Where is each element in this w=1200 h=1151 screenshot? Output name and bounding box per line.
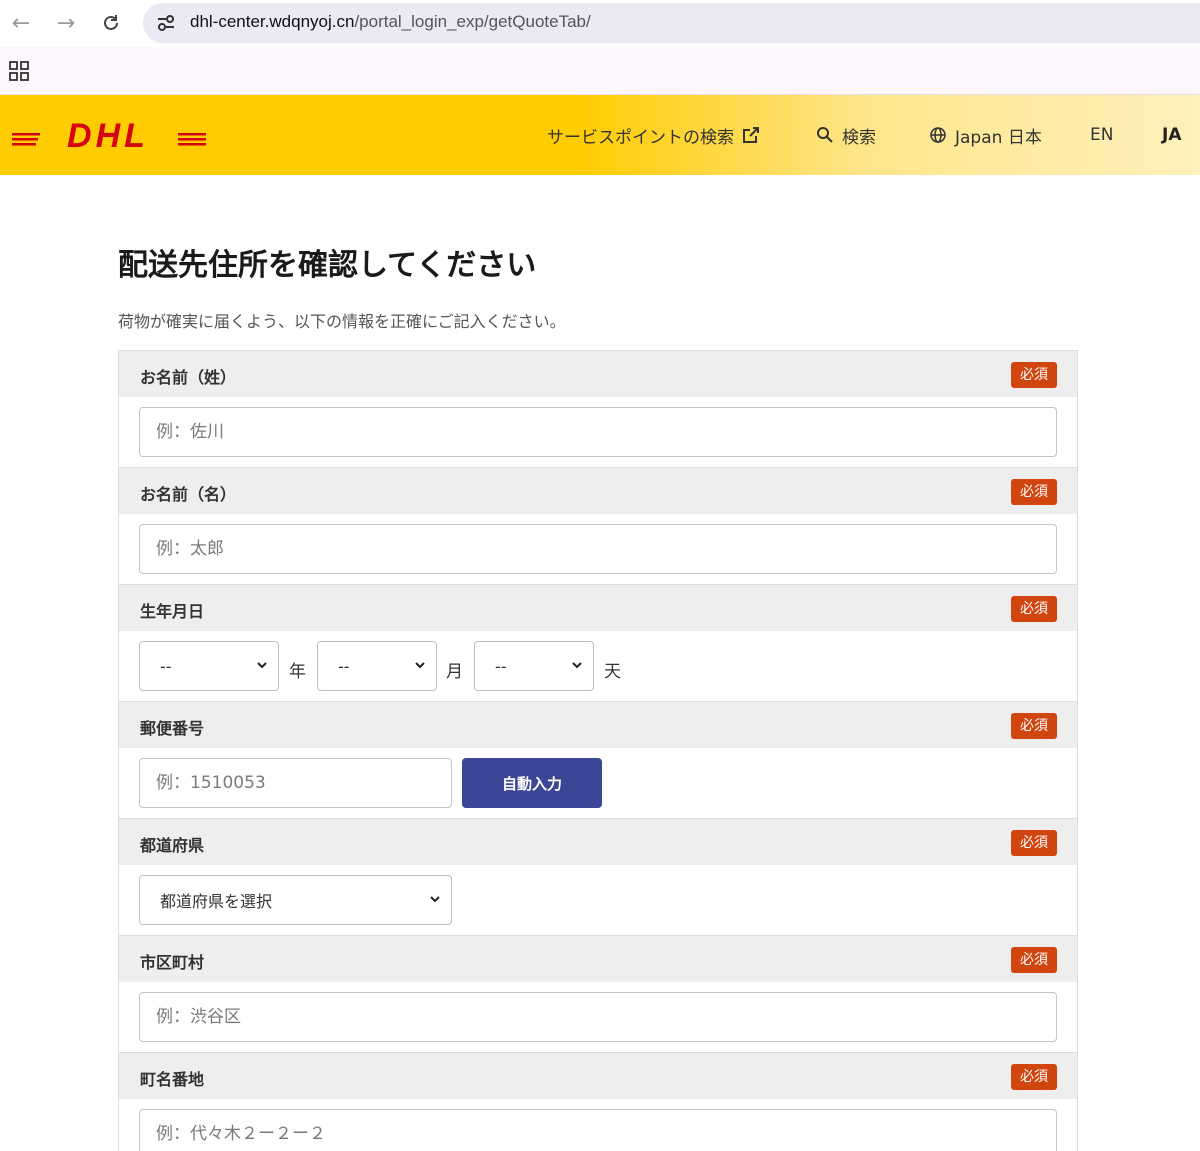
first-name-label: お名前（名） [140,485,237,504]
lang-ja-link[interactable]: JA [1162,95,1181,175]
service-point-label: サービスポイントの検索 [547,127,734,148]
chevron-down-icon [415,662,425,669]
autofill-button[interactable]: 自動入力 [462,758,602,808]
last-name-section: お名前（姓） 必須 [119,351,1077,468]
forward-arrow-icon[interactable]: → [51,8,81,38]
dhl-logo-text: DHL [67,118,149,154]
back-arrow-icon[interactable]: ← [6,8,36,38]
required-badge: 必須 [1011,713,1057,739]
day-unit: 天 [604,662,621,682]
prefecture-value: 都道府県を選択 [160,892,273,911]
first-name-section: お名前（名） 必須 [119,468,1077,585]
required-badge: 必須 [1011,362,1057,388]
reload-icon[interactable] [96,8,126,38]
required-badge: 必須 [1011,947,1057,973]
postal-code-input[interactable] [139,758,452,808]
postal-section: 郵便番号 必須 自動入力 [119,702,1077,819]
url-text: dhl-center.wdqnyoj.cn/portal_login_exp/g… [190,12,591,32]
search-label: 検索 [842,127,876,148]
section-header: 町名番地 必須 [119,1053,1077,1099]
first-name-input[interactable] [139,524,1057,574]
section-header: 市区町村 必須 [119,936,1077,982]
birth-year-value: -- [160,656,172,676]
prefecture-label: 都道府県 [140,836,205,855]
service-point-link[interactable]: サービスポイントの検索 [547,95,768,175]
site-info-icon[interactable] [155,12,177,34]
birth-month-select[interactable]: -- [317,641,437,691]
chevron-down-icon [572,662,582,669]
search-icon [817,127,833,143]
browser-toolbar: ← → dhl-center.wdqnyoj.cn/portal_login_e… [0,0,1200,47]
city-input[interactable] [139,992,1057,1042]
page-title: 配送先住所を確認してください [118,248,537,283]
external-link-icon [743,127,759,143]
lang-en-link[interactable]: EN [1090,95,1113,175]
required-badge: 必須 [1011,830,1057,856]
section-header: 生年月日 必須 [119,585,1077,631]
prefecture-section: 都道府県 必須 都道府県を選択 [119,819,1077,936]
url-host: dhl-center.wdqnyoj.cn [190,12,355,31]
required-badge: 必須 [1011,596,1057,622]
street-input[interactable] [139,1109,1057,1151]
year-unit: 年 [289,662,306,682]
section-header: お名前（名） 必須 [119,468,1077,514]
page-subtitle: 荷物が確実に届くよう、以下の情報を正確にご記入ください。 [118,312,566,331]
birthday-label: 生年月日 [140,602,205,621]
region-selector[interactable]: Japan 日本 [929,95,1042,175]
birth-year-select[interactable]: -- [139,641,279,691]
street-section: 町名番地 必須 [119,1053,1077,1151]
bookmarks-bar [0,47,1200,95]
section-header: 郵便番号 必須 [119,702,1077,748]
city-section: 市区町村 必須 [119,936,1077,1053]
section-header: 都道府県 必須 [119,819,1077,865]
dhl-logo[interactable]: DHL [12,117,208,155]
birth-month-value: -- [338,656,350,676]
month-unit: 月 [446,662,463,682]
birthday-section: 生年月日 必須 -- 年 -- 月 -- 天 [119,585,1077,702]
lang-en-label: EN [1090,125,1114,145]
site-header: DHL サービスポイントの検索 検索 Japan 日本 EN JA [0,95,1200,175]
last-name-label: お名前（姓） [140,368,237,387]
last-name-input[interactable] [139,407,1057,457]
globe-icon [930,127,946,143]
section-header: お名前（姓） 必須 [119,351,1077,397]
city-label: 市区町村 [140,953,205,972]
chevron-down-icon [257,662,267,669]
region-label: Japan 日本 [955,127,1042,148]
required-badge: 必須 [1011,1064,1057,1090]
required-badge: 必須 [1011,479,1057,505]
birth-day-select[interactable]: -- [474,641,594,691]
lang-ja-label: JA [1162,125,1182,145]
chevron-down-icon [430,896,440,903]
prefecture-select[interactable]: 都道府県を選択 [139,875,452,925]
address-form: お名前（姓） 必須 お名前（名） 必須 生年月日 必須 -- 年 -- [118,350,1078,1151]
postal-label: 郵便番号 [140,719,205,738]
url-path: /portal_login_exp/getQuoteTab/ [354,12,591,31]
birth-day-value: -- [495,656,507,676]
address-bar[interactable]: dhl-center.wdqnyoj.cn/portal_login_exp/g… [143,3,1200,43]
street-label: 町名番地 [140,1070,205,1089]
search-link[interactable]: 検索 [816,95,876,175]
apps-grid-icon[interactable] [9,61,29,81]
